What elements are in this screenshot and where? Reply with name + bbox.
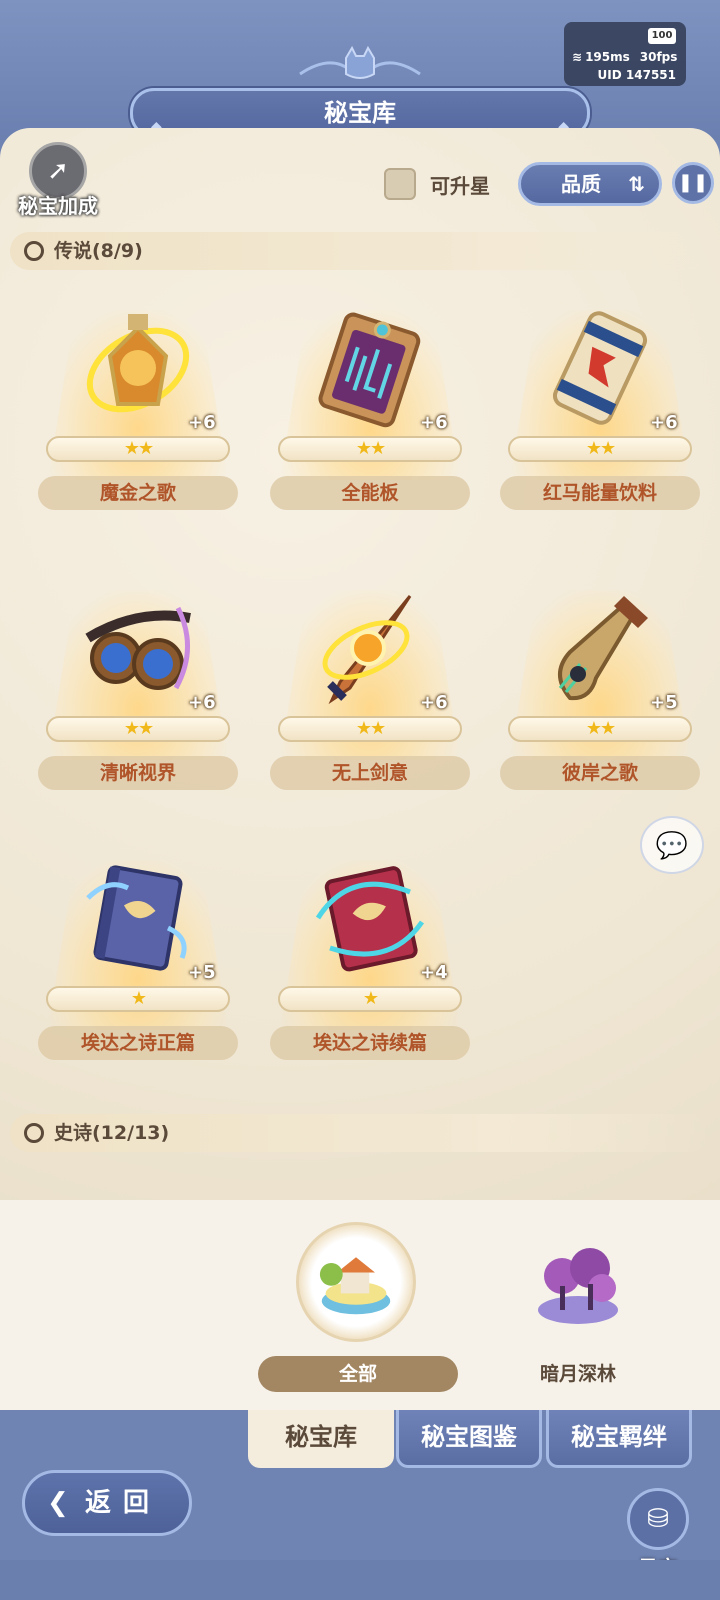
upgradable-label: 可升星 — [430, 173, 490, 198]
energy-drink-can-icon — [552, 311, 648, 425]
codex-icon[interactable]: ❚❚ — [672, 162, 714, 204]
red-tome-icon — [315, 866, 425, 972]
level-badge: +6 — [650, 412, 678, 433]
back-label: 返回 — [85, 1488, 162, 1518]
treasure-card[interactable]: +4 ★ 埃达之诗续篇 — [270, 840, 470, 1080]
chat-icon[interactable]: 💬 — [640, 816, 704, 874]
golden-lantern-icon — [86, 314, 190, 413]
star-rating: ★★ — [508, 436, 692, 462]
treasure-card[interactable]: +6 ★★ 无上剑意 — [270, 570, 470, 810]
upgradable-filter[interactable]: 可升星 — [384, 168, 490, 200]
circuit-board-icon — [318, 312, 421, 428]
level-badge: +6 — [188, 692, 216, 713]
wifi-icon: ≋ — [572, 50, 583, 64]
lute-icon — [558, 596, 648, 701]
item-name: 魔金之歌 — [38, 476, 238, 510]
tab-bonds[interactable]: 秘宝羁绊 — [546, 1410, 692, 1468]
ping-readout: ≋ 195ms — [572, 50, 630, 64]
battery-indicator: 100 — [648, 28, 676, 44]
level-badge: +5 — [188, 962, 216, 983]
blue-tome-icon — [86, 865, 187, 971]
item-name: 红马能量饮料 — [500, 476, 700, 510]
fps-readout: 30fps — [639, 50, 678, 64]
section-header-epic: 史诗(12/13) — [10, 1114, 710, 1152]
level-badge: +6 — [420, 692, 448, 713]
bottom-frame — [0, 1560, 720, 1600]
treasure-bonus-button[interactable]: ➚ 秘宝加成 — [10, 142, 106, 218]
region-all-tab[interactable]: 全部 — [258, 1356, 458, 1392]
treasure-chest-icon: ⛁ — [627, 1488, 689, 1550]
tab-codex[interactable]: 秘宝图鉴 — [396, 1410, 542, 1468]
sort-label: 品质 — [561, 172, 601, 196]
level-badge: +4 — [420, 962, 448, 983]
back-arrow-icon: ❮ — [47, 1488, 69, 1518]
item-name: 无上剑意 — [270, 756, 470, 790]
star-rating: ★★ — [508, 716, 692, 742]
goggles-icon — [85, 606, 191, 690]
region-dark-forest-icon[interactable] — [528, 1240, 628, 1330]
status-overlay: 100 ≋ 195ms 30fps UID 147551 — [564, 22, 686, 86]
region-all-island-icon[interactable] — [296, 1222, 416, 1342]
treasure-card[interactable]: +6 ★★ 红马能量饮料 — [500, 290, 700, 530]
sort-quality-button[interactable]: 品质 ⇅ — [518, 162, 662, 206]
item-name: 全能板 — [270, 476, 470, 510]
item-name: 埃达之诗正篇 — [38, 1026, 238, 1060]
treasure-card[interactable]: +6 ★★ 魔金之歌 — [38, 290, 238, 530]
bonus-label: 秘宝加成 — [18, 194, 98, 218]
upgradable-checkbox[interactable] — [384, 168, 416, 200]
star-rating: ★★ — [278, 716, 462, 742]
section-header-legendary: 传说(8/9) — [10, 232, 710, 270]
item-name: 清晰视界 — [38, 756, 238, 790]
sword-spirit-icon — [322, 595, 412, 705]
star-rating: ★★ — [46, 716, 230, 742]
level-badge: +6 — [188, 412, 216, 433]
section-icon — [24, 1123, 44, 1143]
region-dark-forest-tab[interactable]: 暗月深林 — [478, 1356, 678, 1392]
section-icon — [24, 241, 44, 261]
star-rating: ★★ — [46, 436, 230, 462]
star-rating: ★★ — [278, 436, 462, 462]
item-name: 彼岸之歌 — [500, 756, 700, 790]
cat-crest-icon — [299, 45, 421, 79]
star-rating: ★ — [46, 986, 230, 1012]
tab-treasury[interactable]: 秘宝库 — [248, 1410, 394, 1468]
item-name: 埃达之诗续篇 — [270, 1026, 470, 1060]
treasure-card[interactable]: +6 ★★ 全能板 — [270, 290, 470, 530]
back-button[interactable]: ❮ 返回 — [22, 1470, 192, 1536]
treasure-card[interactable]: +5 ★ 埃达之诗正篇 — [38, 840, 238, 1080]
star-rating: ★ — [278, 986, 462, 1012]
treasure-card[interactable]: +6 ★★ 清晰视界 — [38, 570, 238, 810]
level-badge: +6 — [420, 412, 448, 433]
uid-readout: UID 147551 — [597, 68, 676, 82]
treasure-card[interactable]: +5 ★★ 彼岸之歌 — [500, 570, 700, 810]
sort-toggle-icon: ⇅ — [628, 172, 645, 196]
level-badge: +5 — [650, 692, 678, 713]
